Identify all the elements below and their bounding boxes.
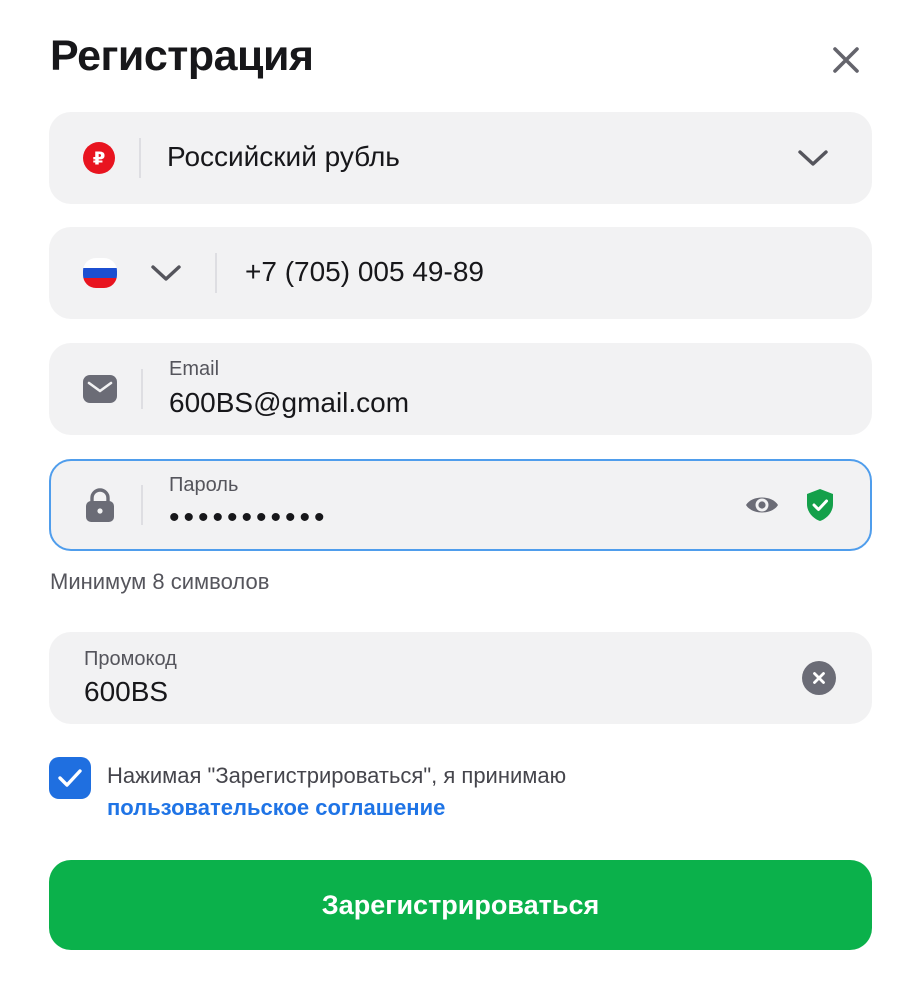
checkmark-icon [58,769,82,787]
user-agreement-link[interactable]: пользовательское соглашение [107,795,445,821]
field-divider [215,253,217,293]
currency-select[interactable]: ₽ Российский рубль [49,112,872,204]
modal-title: Регистрация [50,32,314,80]
envelope-icon [83,374,117,404]
password-field[interactable]: Пароль ••••••••••• [49,459,872,551]
email-field[interactable]: Email 600BS@gmail.com [49,343,872,435]
country-chevron-down-icon[interactable] [149,259,183,287]
clear-icon[interactable] [802,661,836,695]
register-button[interactable]: Зарегистрироваться [49,860,872,950]
chevron-down-icon[interactable] [797,144,829,172]
field-divider [139,138,141,178]
phone-input[interactable]: +7 (705) 005 49-89 [245,256,484,288]
promo-field[interactable]: Промокод 600BS [49,632,872,724]
agreement-text: Нажимая "Зарегистрироваться", я принимаю [107,763,567,788]
promo-label: Промокод [84,648,177,670]
close-icon [833,47,859,73]
field-divider [141,485,143,525]
close-button[interactable] [824,38,868,82]
password-hint: Минимум 8 символов [50,569,270,594]
registration-modal: Регистрация ₽ Российский рубль +7 (705) … [0,0,920,988]
password-input[interactable]: ••••••••••• [169,501,329,535]
ruble-icon: ₽ [82,141,116,175]
email-input[interactable]: 600BS@gmail.com [169,387,409,419]
currency-value: Российский рубль [167,141,400,172]
shield-check-icon [805,487,835,523]
svg-text:₽: ₽ [93,149,106,170]
eye-icon[interactable] [744,491,780,519]
lock-icon [85,488,115,522]
russia-flag-icon [83,258,117,288]
promo-input[interactable]: 600BS [84,676,168,708]
email-label: Email [169,358,220,380]
field-divider [141,369,143,409]
agreement-checkbox[interactable] [49,757,91,799]
password-label: Пароль [169,474,239,496]
phone-field[interactable]: +7 (705) 005 49-89 [49,227,872,319]
